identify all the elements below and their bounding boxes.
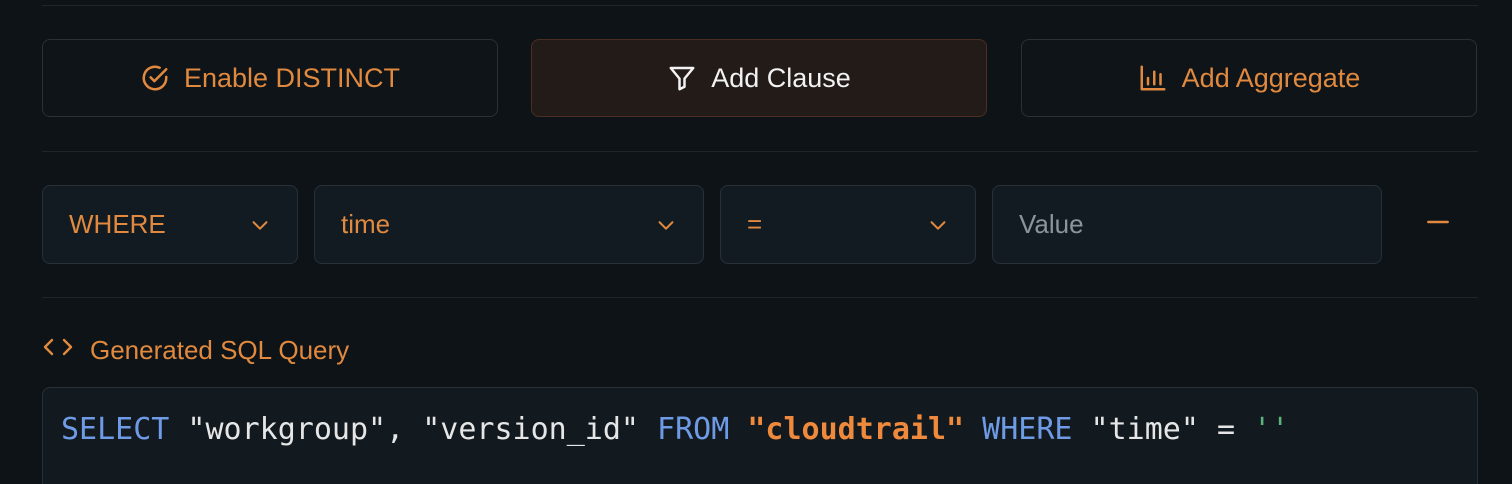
enable-distinct-button[interactable]: Enable DISTINCT — [42, 39, 498, 117]
sql-keyword-select: SELECT — [61, 412, 170, 447]
sql-heading-label: Generated SQL Query — [90, 335, 350, 365]
bar-chart-icon — [1138, 63, 1168, 93]
divider-bottom — [42, 297, 1478, 298]
sql-query-output: SELECT "workgroup", "version_id" FROM "c… — [42, 387, 1478, 484]
sql-space — [964, 412, 982, 447]
add-aggregate-button[interactable]: Add Aggregate — [1021, 39, 1477, 117]
remove-clause-button[interactable] — [1418, 204, 1458, 244]
add-clause-button[interactable]: Add Clause — [531, 39, 987, 117]
divider-top — [42, 5, 1478, 6]
check-circle-icon — [140, 63, 170, 93]
clause-type-select[interactable]: WHERE — [42, 185, 298, 264]
add-aggregate-label: Add Aggregate — [1181, 62, 1361, 93]
sql-space — [729, 412, 747, 447]
chevron-down-icon — [927, 214, 949, 236]
enable-distinct-label: Enable DISTINCT — [183, 62, 401, 93]
code-icon — [42, 334, 74, 367]
minus-icon — [1425, 209, 1451, 240]
clause-column-select[interactable]: time — [314, 185, 704, 264]
sql-table-name: "cloudtrail" — [747, 412, 965, 447]
add-clause-label: Add Clause — [711, 62, 851, 93]
filter-icon — [667, 63, 697, 93]
query-builder-panel: Enable DISTINCT Add Clause Add Aggregate… — [0, 0, 1512, 484]
sql-keyword-where: WHERE — [982, 412, 1073, 447]
clause-value-input[interactable] — [992, 185, 1382, 264]
sql-string-literal: '' — [1253, 412, 1290, 447]
divider-middle — [42, 151, 1478, 152]
sql-condition: "time" = — [1072, 412, 1254, 447]
chevron-down-icon — [655, 214, 677, 236]
chevron-down-icon — [249, 214, 271, 236]
sql-columns: "workgroup", "version_id" — [169, 412, 658, 447]
sql-keyword-from: FROM — [657, 412, 730, 447]
clause-operator-select[interactable]: = — [720, 185, 976, 264]
clause-type-value: WHERE — [69, 209, 166, 239]
sql-heading: Generated SQL Query — [42, 334, 349, 367]
clause-column-value: time — [341, 209, 391, 239]
clause-operator-value: = — [747, 209, 763, 239]
